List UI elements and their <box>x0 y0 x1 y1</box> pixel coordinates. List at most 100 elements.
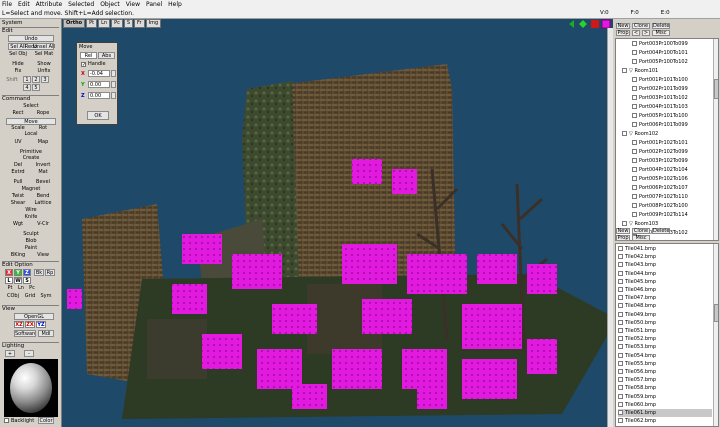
material-row[interactable]: Tile041.bmp <box>618 245 712 253</box>
view-button[interactable]: View <box>30 252 56 259</box>
visibility-checkbox[interactable] <box>632 140 637 145</box>
material-row[interactable]: Tile049.bmp <box>618 311 712 319</box>
visibility-checkbox[interactable] <box>632 104 637 109</box>
tree-row[interactable]: Port006Pr102To107 <box>632 184 688 192</box>
material-prop-button[interactable]: Prop <box>616 235 630 241</box>
fix-button[interactable]: Fix <box>6 68 30 75</box>
visibility-checkbox[interactable] <box>632 167 637 172</box>
ok-button[interactable]: OK <box>87 111 109 120</box>
lighting-preview[interactable] <box>4 359 58 417</box>
material-checkbox[interactable] <box>618 344 623 350</box>
menu-selected[interactable]: Selected <box>68 0 94 9</box>
material-row[interactable]: Tile058.bmp <box>618 384 712 392</box>
object-misc-button[interactable]: Misc <box>652 30 670 36</box>
material-row[interactable]: Tile059.bmp <box>618 393 712 401</box>
axis-l-toggle[interactable]: L <box>5 277 13 284</box>
object-tree-scrollbar[interactable] <box>713 39 718 240</box>
visibility-checkbox[interactable] <box>622 68 627 73</box>
menu-attribute[interactable]: Attribute <box>36 0 63 9</box>
material-checkbox[interactable] <box>618 360 623 366</box>
visibility-checkbox[interactable] <box>632 194 637 199</box>
material-checkbox[interactable] <box>618 393 623 399</box>
tree-row[interactable]: Port003Pr100To099 <box>632 40 688 48</box>
material-checkbox[interactable] <box>618 319 623 325</box>
invert-button[interactable]: Invert <box>30 162 56 169</box>
undo-button[interactable]: Undo <box>8 35 54 42</box>
material-row[interactable]: Tile044.bmp <box>618 270 712 278</box>
material-row[interactable]: Tile045.bmp <box>618 278 712 286</box>
visibility-checkbox[interactable] <box>632 86 637 91</box>
material-checkbox[interactable] <box>618 262 623 268</box>
ln-button[interactable]: Ln <box>16 285 26 292</box>
axis-z-toggle[interactable]: Z <box>23 269 31 276</box>
material-checkbox[interactable] <box>618 385 623 391</box>
cobj-button[interactable]: CObj <box>4 293 22 300</box>
tree-row[interactable]: Port001Pr101To100 <box>632 76 688 84</box>
mat-button[interactable]: Mat <box>30 169 56 176</box>
axis-y-toggle[interactable]: Y <box>14 269 22 276</box>
menu-help[interactable]: Help <box>168 0 182 9</box>
material-row[interactable]: Tile054.bmp <box>618 352 712 360</box>
scroll-thumb[interactable] <box>714 304 718 322</box>
material-checkbox[interactable] <box>618 246 623 251</box>
del-button[interactable]: Del <box>6 162 30 169</box>
lattice-button[interactable]: Lattice <box>30 200 56 207</box>
object-prev-button[interactable]: < <box>632 30 640 36</box>
yz-toggle[interactable]: YZ <box>36 321 46 328</box>
shear-button[interactable]: Shear <box>6 200 30 207</box>
sel-obj-button[interactable]: Sel Obj <box>6 51 30 58</box>
visibility-checkbox[interactable] <box>632 149 637 154</box>
tab-abs[interactable]: Abs <box>98 52 115 59</box>
vclr-button[interactable]: V-Clr <box>30 221 56 228</box>
uv-button[interactable]: UV <box>6 139 30 146</box>
tree-row[interactable]: Port007Pr102To110 <box>632 193 688 201</box>
material-checkbox[interactable] <box>618 295 623 301</box>
sel-all-button[interactable]: Sel All <box>6 44 30 51</box>
tree-group-row[interactable]: ▽ Room102 <box>622 130 658 138</box>
grid-button[interactable]: Grid <box>22 293 38 300</box>
visibility-checkbox[interactable] <box>632 158 637 163</box>
twist-button[interactable]: Twist <box>6 193 30 200</box>
mdl-button[interactable]: Mdl <box>38 330 54 337</box>
material-new-button[interactable]: New <box>616 228 630 234</box>
layer-2-button[interactable]: 2 <box>32 76 40 83</box>
unsel-all-button[interactable]: Unsel All <box>30 44 58 51</box>
knife-button[interactable]: Knife <box>6 214 56 221</box>
tree-row[interactable]: Port003Pr101To102 <box>632 94 688 102</box>
y-spinner[interactable] <box>111 81 116 88</box>
xz-toggle[interactable]: XZ <box>14 321 24 328</box>
wire-button[interactable]: Wire <box>6 207 56 214</box>
bevel-button[interactable]: Bevel <box>30 179 56 186</box>
rp-button[interactable]: Rp <box>45 269 55 276</box>
material-checkbox[interactable] <box>618 254 623 260</box>
menu-object[interactable]: Object <box>100 0 120 9</box>
layer-4-button[interactable]: 4 <box>23 84 31 91</box>
material-checkbox[interactable] <box>618 278 623 284</box>
material-checkbox[interactable] <box>618 303 623 309</box>
material-row[interactable]: Tile057.bmp <box>618 376 712 384</box>
material-row[interactable]: Tile060.bmp <box>618 401 712 409</box>
menu-view[interactable]: View <box>126 0 140 9</box>
layer-1-button[interactable]: 1 <box>23 76 31 83</box>
x-spinner[interactable] <box>111 70 116 77</box>
bk-button[interactable]: Bk <box>34 269 44 276</box>
material-checkbox[interactable] <box>618 418 623 424</box>
material-checkbox[interactable] <box>618 377 623 383</box>
blob-button[interactable]: Blob <box>6 238 56 245</box>
visibility-checkbox[interactable] <box>632 59 637 64</box>
tree-row[interactable]: Port001Pr102To101 <box>632 139 688 147</box>
object-next-button[interactable]: > <box>642 30 650 36</box>
material-row[interactable]: Tile056.bmp <box>618 368 712 376</box>
move-button[interactable]: Move <box>6 118 56 125</box>
axis-x-toggle[interactable]: X <box>5 269 13 276</box>
create-button[interactable]: Create <box>6 155 56 162</box>
material-row[interactable]: Tile062.bmp <box>618 417 712 425</box>
light-add-button[interactable]: + <box>5 350 15 357</box>
material-row[interactable]: Tile061.bmp <box>618 409 712 417</box>
material-row[interactable]: Tile050.bmp <box>618 319 712 327</box>
tree-row[interactable]: Port004Pr101To103 <box>632 103 688 111</box>
sym-button[interactable]: Sym <box>38 293 54 300</box>
tree-row[interactable]: Port009Pr102To114 <box>632 211 688 219</box>
tree-row[interactable]: Port005Pr102To106 <box>632 175 688 183</box>
visibility-checkbox[interactable] <box>622 131 627 136</box>
